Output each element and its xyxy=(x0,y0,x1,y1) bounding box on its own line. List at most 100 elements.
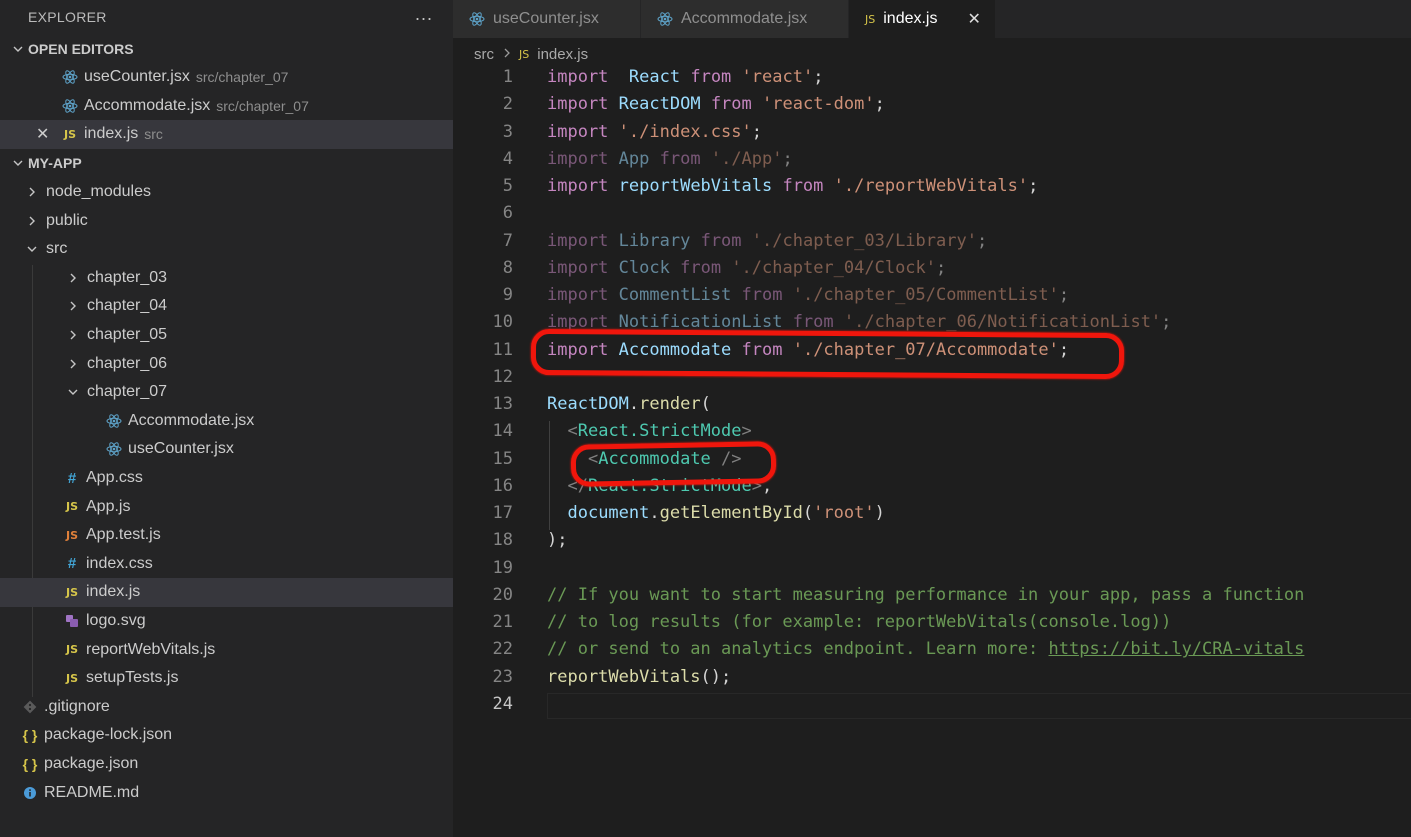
code-token: ; xyxy=(1058,285,1070,305)
tree-folder[interactable]: chapter_06 xyxy=(0,349,453,378)
code-token: './App' xyxy=(710,148,783,169)
react-icon xyxy=(60,98,80,114)
code-token: ( xyxy=(802,503,814,523)
tab-index-js[interactable]: JS index.js ✕ xyxy=(849,0,996,38)
breadcrumb-file[interactable]: index.js xyxy=(537,46,588,63)
code-token: App xyxy=(618,148,650,169)
tree-file[interactable]: Accommodate.jsx xyxy=(0,407,453,436)
file-path: src/chapter_07 xyxy=(195,69,289,86)
code-line: import ReactDOM from 'react-dom'; xyxy=(547,94,885,114)
tree-folder[interactable]: node_modules xyxy=(0,178,453,207)
chevron-down-icon xyxy=(8,157,28,169)
current-line-highlight xyxy=(547,692,1411,719)
code-link[interactable]: https://bit.ly/CRA-vitals xyxy=(1049,639,1305,659)
tree-folder[interactable]: chapter_03 xyxy=(0,264,453,293)
tree-file[interactable]: JS reportWebVitals.js xyxy=(0,635,453,664)
close-editor-icon[interactable]: ✕ xyxy=(36,124,49,144)
js-icon: JS xyxy=(519,47,530,61)
code-token: ; xyxy=(874,94,885,115)
open-editor-item[interactable]: useCounter.jsx src/chapter_07 xyxy=(0,63,453,92)
tree-file[interactable]: # index.css xyxy=(0,550,453,579)
code-token: './chapter_05/CommentList' xyxy=(792,285,1059,305)
js-icon: JS xyxy=(63,127,76,141)
folder-name: chapter_03 xyxy=(87,268,168,286)
tree-file[interactable]: { } package.json xyxy=(0,750,453,779)
tree-folder[interactable]: chapter_05 xyxy=(0,321,453,350)
json-icon: { } xyxy=(22,755,38,772)
tree-file[interactable]: JS App.js xyxy=(0,492,453,521)
tree-file-selected[interactable]: JS index.js xyxy=(0,578,453,607)
file-name: package.json xyxy=(44,754,139,772)
tree-file[interactable]: JS App.test.js xyxy=(0,521,453,550)
code-token: 'react-dom' xyxy=(762,94,875,115)
code-token: import xyxy=(547,121,609,142)
file-name: App.js xyxy=(86,497,131,515)
tree-file[interactable]: # App.css xyxy=(0,464,453,493)
css-icon: # xyxy=(67,555,77,573)
code-line: import App from './App'; xyxy=(547,149,793,169)
chevron-right-icon xyxy=(64,300,82,312)
code-token: reportWebVitals xyxy=(547,666,701,687)
line-number: 16 xyxy=(492,475,513,496)
file-name: index.js xyxy=(84,125,139,143)
code-line: <React.StrictMode> xyxy=(547,421,751,441)
code-token: from xyxy=(741,285,783,305)
file-name: App.test.js xyxy=(86,526,161,544)
open-editor-item-active[interactable]: ✕ JS index.js src xyxy=(0,120,453,149)
code-token: // to log results (for example: reportWe… xyxy=(547,612,1172,632)
tree-file[interactable]: logo.svg xyxy=(0,607,453,636)
folder-name: src xyxy=(46,240,68,258)
tree-folder[interactable]: chapter_04 xyxy=(0,292,453,321)
js-icon: JS xyxy=(65,671,78,685)
tree-file[interactable]: useCounter.jsx xyxy=(0,435,453,464)
js-icon: JS xyxy=(865,12,876,26)
chevron-right-icon xyxy=(23,215,41,227)
highlight-marker xyxy=(570,441,777,487)
close-tab-icon[interactable]: ✕ xyxy=(967,9,980,29)
line-number: 22 xyxy=(492,639,513,660)
open-editors-header[interactable]: OPEN EDITORS xyxy=(0,34,453,63)
code-token: ; xyxy=(782,148,793,169)
json-icon: { } xyxy=(22,727,38,744)
code-token: from xyxy=(690,67,732,87)
line-number: 8 xyxy=(502,257,513,278)
code-token: import xyxy=(547,230,609,251)
tab-accommodate[interactable]: Accommodate.jsx xyxy=(641,0,849,38)
line-number: 20 xyxy=(492,584,513,605)
tree-folder-open[interactable]: src xyxy=(0,235,453,264)
line-number: 19 xyxy=(492,557,513,578)
breadcrumb-folder[interactable]: src xyxy=(474,46,494,63)
open-editor-item[interactable]: Accommodate.jsx src/chapter_07 xyxy=(0,92,453,121)
info-icon xyxy=(20,786,40,800)
line-number: 7 xyxy=(502,230,513,251)
code-token: 'react' xyxy=(741,67,814,87)
tree-file[interactable]: README.md xyxy=(0,778,453,807)
line-number: 4 xyxy=(502,148,513,169)
project-header[interactable]: MY-APP xyxy=(0,149,453,178)
folder-name: chapter_06 xyxy=(87,354,168,372)
code-token: Clock xyxy=(618,257,670,278)
chevron-down-icon xyxy=(8,43,28,55)
code-token: ) xyxy=(874,503,885,523)
more-actions-icon[interactable]: ... xyxy=(415,4,433,25)
line-number: 18 xyxy=(492,530,513,551)
react-icon xyxy=(469,11,485,27)
tree-folder[interactable]: public xyxy=(0,206,453,235)
tree-file[interactable]: { } package-lock.json xyxy=(0,721,453,750)
tree-file[interactable]: .gitignore xyxy=(0,692,453,721)
tree-folder-open[interactable]: chapter_07 xyxy=(0,378,453,407)
tab-usecounter[interactable]: useCounter.jsx xyxy=(453,0,641,38)
code-token: ReactDOM xyxy=(618,94,701,115)
tree-file[interactable]: JS setupTests.js xyxy=(0,664,453,693)
